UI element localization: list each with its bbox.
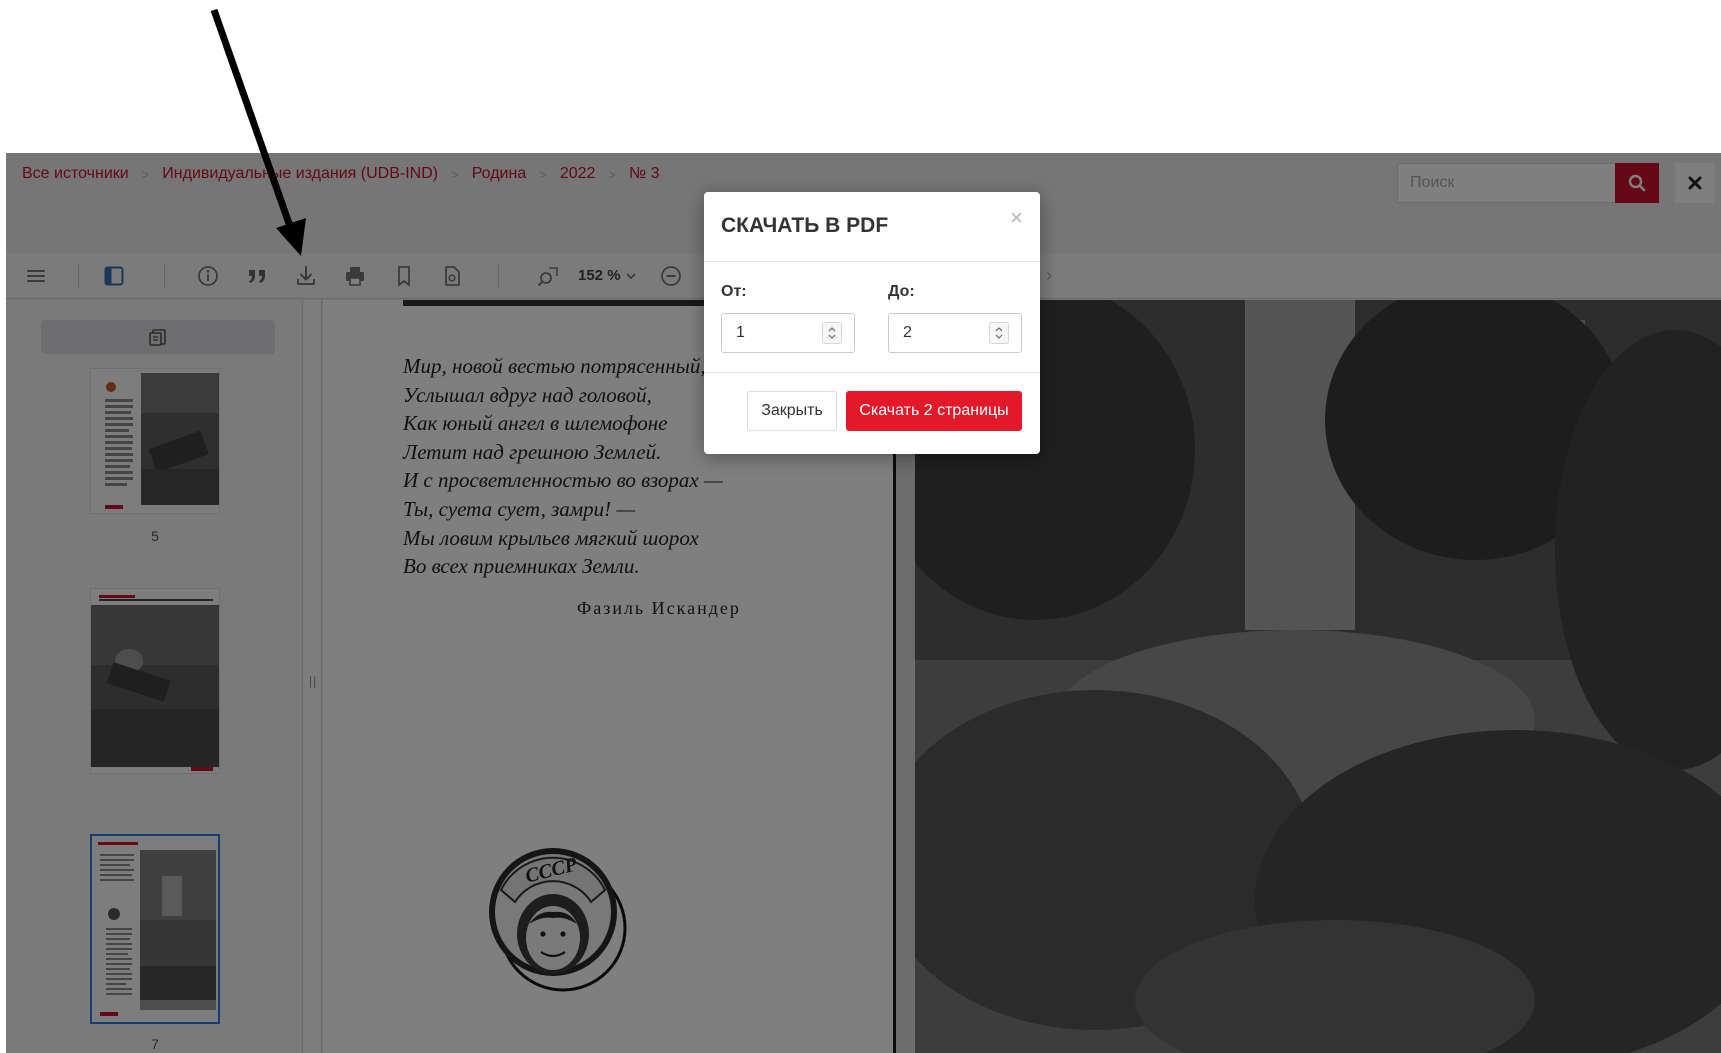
from-page-stepper (721, 313, 855, 353)
spinner-buttons[interactable] (989, 322, 1009, 344)
close-icon[interactable]: × (1010, 207, 1023, 229)
dialog-header: СКАЧАТЬ В PDF × (704, 192, 1040, 262)
download-pages-button[interactable]: Скачать 2 страницы (846, 391, 1022, 431)
from-label: От: (721, 283, 747, 300)
spinner-down-icon (828, 334, 836, 339)
to-page-input[interactable] (889, 314, 989, 352)
close-button[interactable]: Закрыть (747, 391, 837, 431)
from-page-input[interactable] (722, 314, 822, 352)
document-viewer: Все источники > Индивидуальные издания (… (6, 153, 1721, 1053)
to-label: До: (888, 283, 915, 300)
download-pdf-dialog: СКАЧАТЬ В PDF × От: До: Закрыть Скачать … (704, 192, 1040, 454)
spinner-down-icon (995, 334, 1003, 339)
spinner-up-icon (995, 327, 1003, 332)
to-page-stepper (888, 313, 1022, 353)
spinner-buttons[interactable] (822, 322, 842, 344)
dialog-divider (704, 372, 1040, 373)
dialog-title: СКАЧАТЬ В PDF (721, 214, 889, 237)
spinner-up-icon (828, 327, 836, 332)
